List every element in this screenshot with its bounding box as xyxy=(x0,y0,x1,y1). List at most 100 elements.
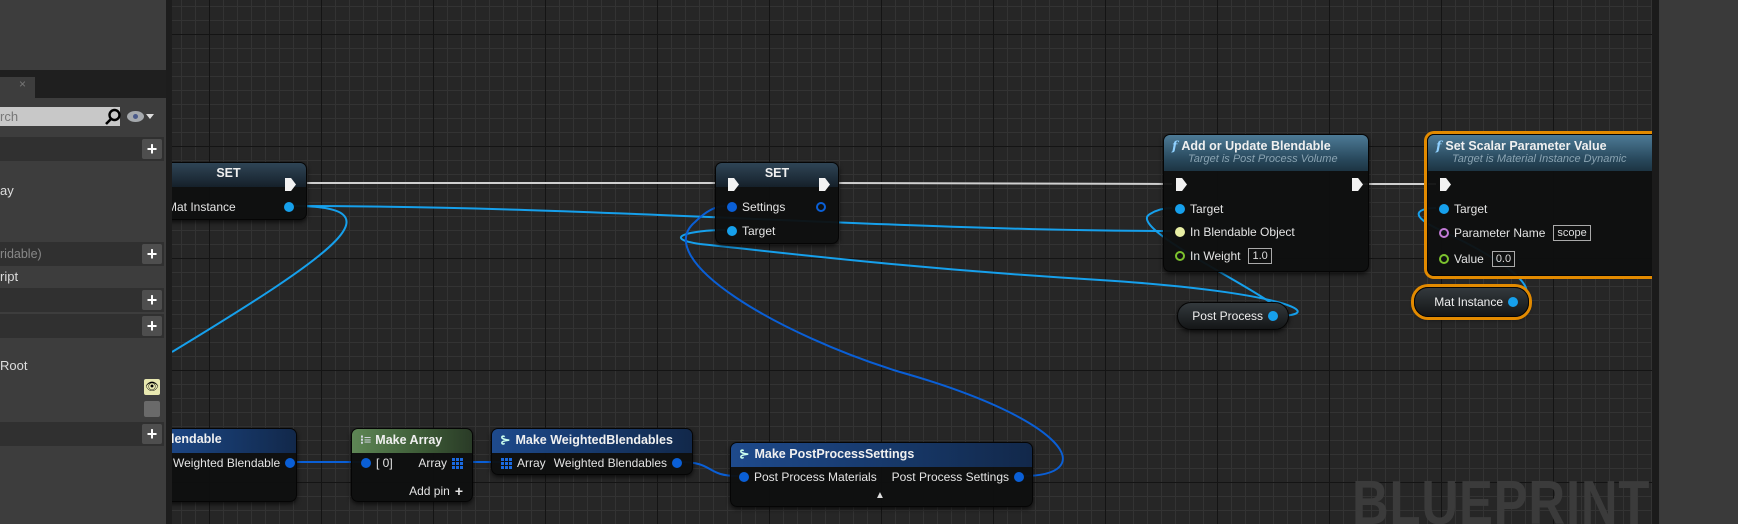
function-icon: f xyxy=(1172,138,1178,153)
search-input[interactable]: rch xyxy=(0,107,120,126)
node-title: Make WeightedBlendables xyxy=(515,433,673,447)
weighted-blendable-out-pin[interactable] xyxy=(285,458,296,468)
panel-section[interactable]: + xyxy=(0,422,164,446)
array-in-pin[interactable] xyxy=(501,457,512,469)
settings-in-pin[interactable] xyxy=(727,202,737,212)
make-array-node[interactable]: ⁝≡ Make Array [ 0] Array Add pin + xyxy=(351,428,473,502)
mat-instance-variable-node[interactable]: Mat Instance xyxy=(1414,287,1529,317)
struct-icon: ⊱ xyxy=(739,447,750,461)
add-button[interactable]: + xyxy=(142,316,162,336)
pin-label: Target xyxy=(1190,202,1224,216)
in-weight-input[interactable]: 1.0 xyxy=(1248,248,1272,264)
panel-tab-bar: × xyxy=(0,70,166,98)
make-weighted-blendable-node[interactable]: lendable Weighted Blendable xyxy=(150,428,297,502)
exec-in-pin[interactable] xyxy=(1440,178,1451,191)
exec-in-pin[interactable] xyxy=(1176,178,1187,191)
blueprint-watermark: BLUEPRINT xyxy=(1352,469,1651,524)
plus-icon: + xyxy=(454,483,463,499)
node-subtitle: Target is Post Process Volume xyxy=(1188,153,1338,165)
panel-splitter[interactable] xyxy=(166,0,172,524)
array-icon: ⁝≡ xyxy=(360,433,372,447)
pin-label: Parameter Name xyxy=(1454,226,1546,240)
post-process-materials-pin[interactable] xyxy=(739,472,749,482)
pin-label: Value xyxy=(1454,252,1484,266)
node-title: SET xyxy=(151,163,306,187)
details-panel-edge xyxy=(1652,0,1738,524)
make-post-process-settings-node[interactable]: ⊱ Make PostProcessSettings Post Process M… xyxy=(730,442,1033,507)
exec-out-pin[interactable] xyxy=(1352,178,1363,191)
array-element-in-pin[interactable] xyxy=(361,458,371,468)
value-pin[interactable] xyxy=(1439,254,1449,264)
node-title: Set Scalar Parameter Value xyxy=(1445,139,1607,153)
search-icon[interactable] xyxy=(104,108,122,126)
add-or-update-blendable-node[interactable]: f Add or Update Blendable Target is Post P… xyxy=(1163,134,1369,272)
panel-section[interactable]: ridable) + xyxy=(0,242,164,266)
pin-label: Array xyxy=(517,456,546,470)
exec-wire xyxy=(829,182,1173,185)
pin-label: Weighted Blendables xyxy=(553,456,667,470)
close-icon[interactable]: × xyxy=(19,77,26,91)
make-weighted-blendables-node[interactable]: ⊱ Make WeightedBlendables Array Weighted … xyxy=(491,428,693,475)
target-pin[interactable] xyxy=(1175,204,1185,214)
add-button[interactable]: + xyxy=(142,424,162,444)
parameter-name-pin[interactable] xyxy=(1439,228,1449,238)
in-weight-pin[interactable] xyxy=(1175,251,1185,261)
pin-label: [ 0] xyxy=(376,456,393,470)
pin-label: Settings xyxy=(742,200,786,214)
wire-mat-instance-offscreen xyxy=(171,205,348,353)
chevron-down-icon[interactable] xyxy=(146,114,154,119)
function-icon: f xyxy=(1436,138,1442,153)
array-out-pin[interactable] xyxy=(452,457,463,469)
wire-pps-to-settings xyxy=(685,205,1064,477)
expand-arrow-button[interactable]: ▲ xyxy=(875,490,885,501)
post-process-variable-node[interactable]: Post Process xyxy=(1177,302,1289,330)
pin-label: In Weight xyxy=(1190,249,1241,263)
node-title: Add or Update Blendable xyxy=(1181,139,1331,153)
add-pin-label: Add pin xyxy=(409,484,450,498)
settings-out-pin[interactable] xyxy=(816,202,826,212)
panel-section[interactable]: + xyxy=(0,137,164,161)
eye-visible-icon[interactable]: 👁 xyxy=(144,379,160,395)
section-label: ridable) xyxy=(0,247,42,261)
pin-label: Array xyxy=(418,456,447,470)
pin-label: Target xyxy=(742,224,776,238)
panel-section[interactable]: + xyxy=(0,288,164,312)
pin-label: Post Process Settings xyxy=(891,470,1009,484)
value-input[interactable]: 0.0 xyxy=(1491,251,1516,267)
pin-label: Post Process Materials xyxy=(754,470,877,484)
set-scalar-parameter-value-node[interactable]: f Set Scalar Parameter Value Target is Mat… xyxy=(1427,134,1667,276)
mat-instance-out-pin[interactable] xyxy=(284,202,294,212)
variable-label: Mat Instance xyxy=(1434,295,1503,309)
panel-item[interactable]: ay xyxy=(0,183,14,198)
mat-instance-out-pin[interactable] xyxy=(1508,297,1518,307)
pin-label: Mat Instance xyxy=(167,200,236,214)
weighted-blendables-out-pin[interactable] xyxy=(672,458,682,468)
node-title: Make PostProcessSettings xyxy=(754,447,915,461)
eye-closed-icon[interactable] xyxy=(144,401,160,417)
add-button[interactable]: + xyxy=(142,244,162,264)
node-title: lendable xyxy=(151,429,296,453)
node-subtitle: Target is Material Instance Dynamic xyxy=(1452,153,1627,165)
pin-label: In Blendable Object xyxy=(1190,225,1295,239)
in-blendable-object-pin[interactable] xyxy=(1175,227,1185,237)
add-button[interactable]: + xyxy=(142,290,162,310)
panel-tab[interactable]: × xyxy=(0,77,35,98)
visibility-eye-icon[interactable] xyxy=(127,111,144,122)
set-mat-instance-node[interactable]: SET Mat Instance xyxy=(150,162,307,220)
parameter-name-input[interactable]: scope xyxy=(1553,225,1591,241)
pin-label: Weighted Blendable xyxy=(173,456,281,470)
my-blueprint-panel: × rch + ay ridable) + ript + + Root 👁 + xyxy=(0,0,166,524)
target-pin[interactable] xyxy=(1439,204,1449,214)
post-process-out-pin[interactable] xyxy=(1268,311,1278,321)
add-button[interactable]: + xyxy=(142,139,162,159)
post-process-settings-out-pin[interactable] xyxy=(1014,472,1024,482)
target-in-pin[interactable] xyxy=(727,226,737,236)
panel-item[interactable]: Root xyxy=(0,358,27,373)
set-settings-node[interactable]: SET Settings Target xyxy=(715,162,839,244)
node-title: Make Array xyxy=(375,433,443,447)
add-pin-button[interactable]: Add pin + xyxy=(409,483,463,499)
panel-item[interactable]: ript xyxy=(0,269,18,284)
variable-label: Post Process xyxy=(1192,309,1263,323)
panel-section[interactable]: + xyxy=(0,314,164,338)
struct-icon: ⊱ xyxy=(500,433,511,447)
